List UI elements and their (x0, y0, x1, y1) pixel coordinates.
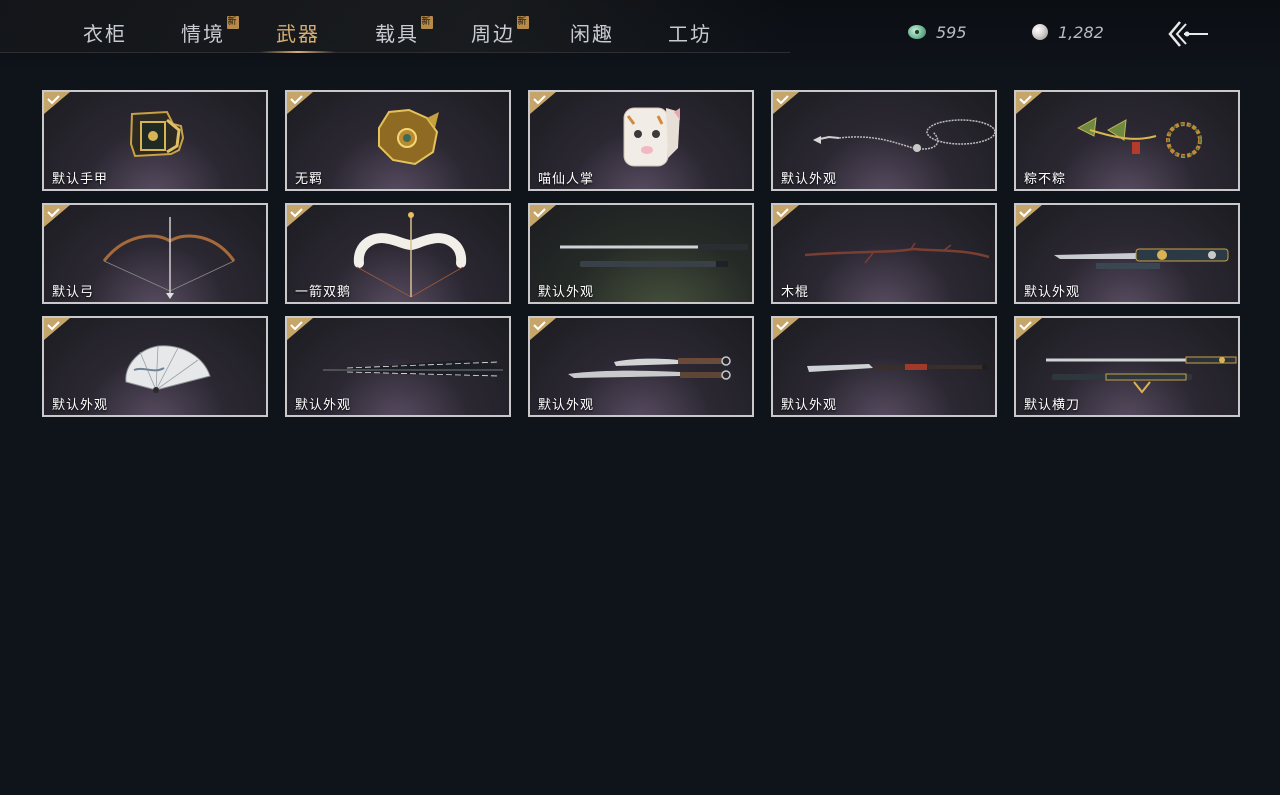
tab-scene[interactable]: 情境新 (181, 16, 239, 52)
pearl-currency: 1,282 (1032, 20, 1104, 44)
weapon-card[interactable]: 默认外观 (528, 203, 754, 304)
tab-merch[interactable]: 周边新 (471, 16, 529, 52)
weapon-card[interactable]: 默认外观 (42, 316, 268, 417)
weapon-name: 默认弓 (52, 285, 95, 300)
jade-coin-icon (908, 25, 926, 39)
active-tab-indicator (260, 51, 336, 53)
equipped-check-icon (44, 205, 70, 227)
jade-amount: 595 (936, 22, 967, 42)
weapon-name: 木棍 (781, 285, 810, 300)
tab-leisure[interactable]: 闲趣 (570, 18, 614, 52)
equipped-check-icon (773, 205, 799, 227)
weapon-card[interactable]: 默认外观 (1014, 203, 1240, 304)
equipped-check-icon (1016, 92, 1042, 114)
weapon-card[interactable]: 粽不粽 (1014, 90, 1240, 191)
weapon-name: 默认外观 (538, 398, 595, 413)
equipped-check-icon (773, 318, 799, 340)
weapon-name: 默认外观 (52, 398, 109, 413)
weapon-card[interactable]: 默认外观 (528, 316, 754, 417)
weapon-name: 喵仙人掌 (538, 172, 595, 187)
weapon-card[interactable]: 默认外观 (285, 316, 511, 417)
weapon-name: 默认外观 (781, 398, 838, 413)
weapon-card[interactable]: 默认弓 (42, 203, 268, 304)
weapon-name: 默认外观 (781, 172, 838, 187)
tab-label: 情境 (181, 22, 225, 46)
weapon-card[interactable]: 默认外观 (771, 316, 997, 417)
equipped-check-icon (44, 92, 70, 114)
tab-label: 武器 (276, 22, 320, 46)
pearl-icon (1032, 24, 1048, 40)
weapon-card[interactable]: 木棍 (771, 203, 997, 304)
weapon-card[interactable]: 默认手甲 (42, 90, 268, 191)
weapon-name: 一箭双鹅 (295, 285, 352, 300)
equipped-check-icon (773, 92, 799, 114)
tab-label: 周边 (471, 22, 515, 46)
equipped-check-icon (1016, 205, 1042, 227)
tab-weapons[interactable]: 武器 (260, 18, 336, 53)
weapon-name: 默认外观 (295, 398, 352, 413)
pearl-amount: 1,282 (1058, 22, 1104, 42)
equipped-check-icon (530, 318, 556, 340)
tab-workshop[interactable]: 工坊 (668, 18, 712, 52)
weapon-name: 粽不粽 (1024, 172, 1067, 187)
tab-vehicles[interactable]: 载具新 (375, 16, 433, 52)
equipped-check-icon (530, 92, 556, 114)
category-tabs: 衣柜 情境新 武器 载具新 周边新 闲趣 工坊 (0, 0, 790, 53)
equipped-check-icon (287, 92, 313, 114)
weapon-card[interactable]: 喵仙人掌 (528, 90, 754, 191)
equipped-check-icon (287, 205, 313, 227)
equipped-check-icon (1016, 318, 1042, 340)
tab-label: 衣柜 (83, 22, 127, 46)
weapon-name: 默认手甲 (52, 172, 109, 187)
weapon-card[interactable]: 默认外观 (771, 90, 997, 191)
back-arrow-icon (1168, 21, 1208, 47)
new-badge: 新 (227, 16, 239, 29)
tab-label: 载具 (375, 22, 419, 46)
weapon-name: 默认外观 (538, 285, 595, 300)
weapon-name: 默认外观 (1024, 285, 1081, 300)
back-button[interactable] (1166, 16, 1210, 52)
new-badge: 新 (421, 16, 433, 29)
weapon-card[interactable]: 无羁 (285, 90, 511, 191)
jade-currency: 595 (908, 20, 967, 44)
weapon-name: 默认横刀 (1024, 398, 1081, 413)
tab-label: 工坊 (668, 22, 712, 46)
weapon-card[interactable]: 默认横刀 (1014, 316, 1240, 417)
weapon-name: 无羁 (295, 172, 324, 187)
equipped-check-icon (44, 318, 70, 340)
equipped-check-icon (530, 205, 556, 227)
tab-wardrobe[interactable]: 衣柜 (83, 18, 127, 52)
weapon-card[interactable]: 一箭双鹅 (285, 203, 511, 304)
new-badge: 新 (517, 16, 529, 29)
equipped-check-icon (287, 318, 313, 340)
tab-label: 闲趣 (570, 22, 614, 46)
